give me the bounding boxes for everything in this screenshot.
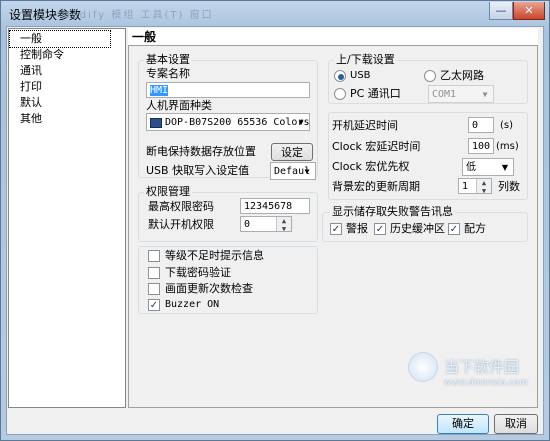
max-password-label: 最高权限密码 (148, 200, 214, 213)
startup-delay-label: 开机延迟时间 (332, 119, 398, 132)
power-loss-label: 断电保持数据存放位置 (146, 145, 256, 158)
startup-delay-input[interactable]: 0 (468, 117, 494, 133)
download-password-checkbox[interactable] (148, 267, 160, 279)
spin-arrows-icon[interactable]: ▲ ▼ (476, 179, 491, 195)
recipe-label: 配方 (464, 222, 486, 235)
chevron-down-icon: ▼ (482, 90, 488, 99)
nav-item-print[interactable]: 打印 (10, 79, 110, 95)
bg-macro-spinner[interactable]: 1 ▲ ▼ (458, 178, 492, 195)
minimize-button[interactable]: — (489, 2, 513, 20)
chevron-down-icon: ▼ (304, 167, 310, 176)
bg-macro-unit: 列数 (498, 180, 520, 193)
checkmark-icon: ✓ (331, 224, 341, 235)
clock-delay-unit: (ms) (496, 141, 519, 152)
nav-item-communication[interactable]: 通讯 (10, 63, 110, 79)
screen-refresh-checkbox[interactable] (148, 283, 160, 295)
permission-label: 权限管理 (144, 185, 192, 198)
hmi-type-label: 人机界面种类 (146, 99, 212, 112)
project-name-label: 专案名称 (146, 67, 190, 80)
default-level-value: 0 (244, 219, 251, 230)
watermark-title: 当下软件园 (444, 358, 520, 376)
usb-radio[interactable] (334, 70, 346, 82)
buzzer-label: Buzzer ON (165, 299, 220, 310)
history-buffer-checkbox[interactable]: ✓ (374, 223, 386, 235)
updown-label: 上/下载设置 (334, 53, 397, 66)
clock-priority-label: Clock 宏优先权 (332, 160, 410, 173)
monitor-icon (150, 118, 162, 128)
ethernet-radio[interactable] (424, 70, 436, 82)
nav-item-general[interactable]: 一般 (9, 30, 111, 48)
cancel-button[interactable]: 取消 (494, 414, 538, 434)
watermark-url: www.downxia.com (444, 378, 528, 388)
chevron-down-icon: ▼ (298, 118, 304, 127)
pc-port-radio-label: PC 通讯口 (350, 87, 401, 100)
buzzer-checkbox[interactable]: ✓ (148, 299, 160, 311)
insufficient-level-label: 等级不足时提示信息 (165, 249, 264, 262)
max-password-input[interactable]: 12345678 (240, 198, 310, 214)
chevron-down-icon: ▼ (501, 163, 509, 172)
usb-radio-label: USB (350, 70, 371, 81)
usb-write-label: USB 快取写入设定值 (146, 164, 250, 177)
basic-settings-label: 基本设置 (144, 53, 192, 66)
nav-item-default[interactable]: 默认 (10, 95, 110, 111)
bg-macro-label: 背景宏的更新周期 (332, 180, 420, 193)
title-bar[interactable]: 设置模块参数 Modify 模组 工具(T) 窗口 — ✕ (1, 1, 550, 27)
hmi-type-dropdown[interactable]: DOP-B07S200 65536 Colors ▼ (146, 113, 310, 131)
project-name-input[interactable]: HMI (146, 82, 310, 98)
warning-label: 显示储存取失败警告讯息 (330, 205, 455, 218)
pc-port-radio[interactable] (334, 88, 346, 100)
clock-priority-dropdown[interactable]: 低 ▼ (462, 158, 514, 176)
alarm-label: 警报 (346, 222, 368, 235)
clock-delay-label: Clock 宏延迟时间 (332, 140, 421, 153)
background-menu-ghost: Modify 模组 工具(T) 窗口 (61, 10, 214, 21)
usb-write-dropdown[interactable]: Defaul ▼ (270, 162, 316, 180)
ethernet-radio-label: 乙太网路 (440, 69, 484, 82)
nav-item-control-command[interactable]: 控制命令 (10, 47, 110, 63)
clock-delay-input[interactable]: 100 (468, 138, 494, 154)
clock-priority-value: 低 (466, 162, 476, 173)
checkmark-icon: ✓ (149, 300, 159, 311)
insufficient-level-checkbox[interactable] (148, 250, 160, 262)
checkmark-icon: ✓ (449, 224, 459, 235)
history-buffer-label: 历史缓冲区 (390, 222, 445, 235)
hmi-type-value: DOP-B07S200 65536 Colors (165, 117, 310, 128)
com-port-value: COM1 (432, 89, 457, 100)
alarm-checkbox[interactable]: ✓ (330, 223, 342, 235)
spin-arrows-icon[interactable]: ▲ ▼ (276, 217, 291, 233)
download-site-logo-icon (408, 352, 438, 382)
checkmark-icon: ✓ (375, 224, 385, 235)
project-name-value: HMI (150, 85, 169, 96)
default-level-spinner[interactable]: 0 ▲ ▼ (240, 216, 292, 233)
default-level-label: 默认开机权限 (148, 218, 214, 231)
nav-item-other[interactable]: 其他 (10, 111, 110, 127)
recipe-checkbox[interactable]: ✓ (448, 223, 460, 235)
screen-refresh-label: 画面更新次数检查 (165, 282, 253, 295)
startup-delay-unit: (s) (500, 120, 514, 131)
ok-button[interactable]: 确定 (437, 414, 489, 434)
bg-macro-value: 1 (462, 181, 469, 192)
com-port-dropdown[interactable]: COM1 ▼ (428, 85, 494, 103)
download-password-label: 下载密码验证 (165, 266, 231, 279)
section-title: 一般 (128, 28, 538, 46)
power-loss-setting-button[interactable]: 设定 (271, 143, 313, 161)
close-button[interactable]: ✕ (513, 2, 545, 20)
